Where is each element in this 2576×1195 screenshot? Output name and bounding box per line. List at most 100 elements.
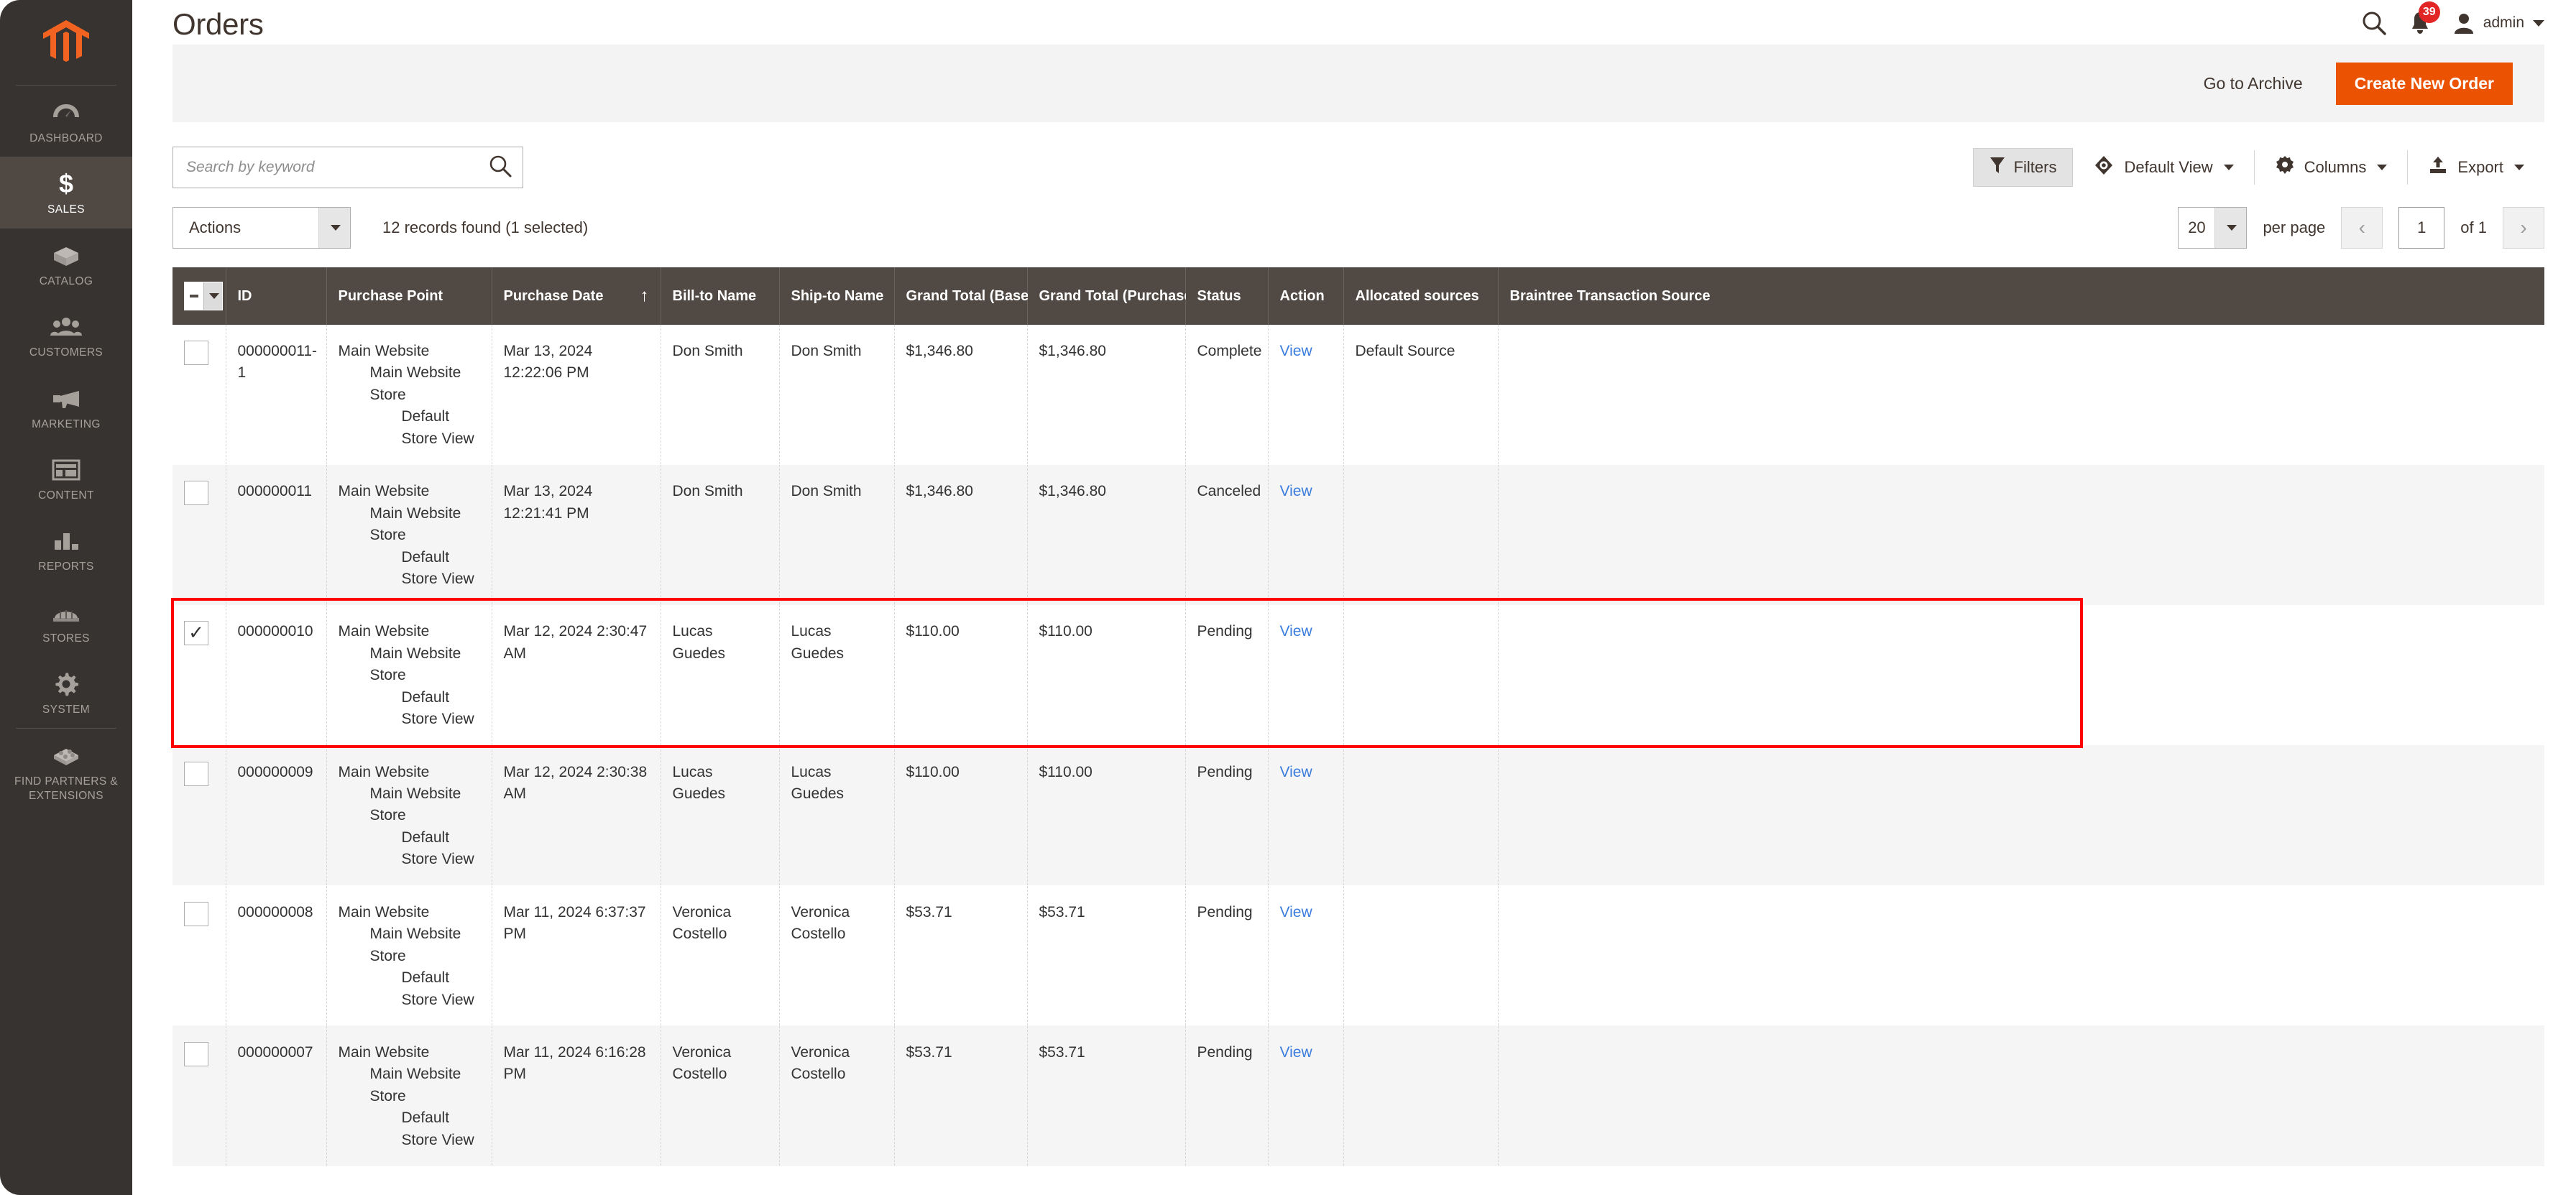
sidebar-item-sales[interactable]: $ SALES — [0, 157, 132, 229]
view-order-link[interactable]: View — [1280, 764, 1312, 780]
column-header-ship-to-name[interactable]: Ship-to Name — [779, 267, 895, 325]
row-select-cell[interactable]: ✓ — [172, 604, 226, 746]
table-row[interactable]: 000000007 Main Website Main Website Store D… — [172, 1025, 2544, 1166]
row-select-cell[interactable] — [172, 745, 226, 886]
reports-bars-icon — [3, 527, 129, 555]
table-row[interactable]: 000000008 Main Website Main Website Store D… — [172, 885, 2544, 1026]
cell-allocated-sources — [1343, 745, 1499, 886]
cell-action[interactable]: View — [1268, 325, 1344, 465]
funnel-icon — [1990, 156, 2005, 179]
customers-icon — [3, 313, 129, 341]
search-input[interactable] — [186, 159, 488, 176]
view-order-link[interactable]: View — [1280, 483, 1312, 499]
view-order-link[interactable]: View — [1280, 343, 1312, 359]
search-icon[interactable] — [2361, 10, 2387, 36]
cell-action[interactable]: View — [1268, 464, 1344, 605]
mass-actions-select[interactable]: Actions — [172, 207, 351, 249]
table-row[interactable]: ✓ 000000010 Main Website Main Website Store… — [172, 604, 2544, 746]
export-label: Export — [2457, 158, 2503, 176]
cell-status: Canceled — [1185, 464, 1269, 605]
row-select-cell[interactable] — [172, 464, 226, 605]
column-header-id[interactable]: ID — [226, 267, 327, 325]
column-header-purchase-point[interactable]: Purchase Point — [326, 267, 492, 325]
column-header-allocated-sources[interactable]: Allocated sources — [1343, 267, 1499, 325]
column-header-label: Purchase Date — [503, 287, 604, 304]
view-order-link[interactable]: View — [1280, 1044, 1312, 1061]
cell-grand-total-purchased: $53.71 — [1027, 885, 1186, 1026]
search-icon[interactable] — [488, 154, 512, 182]
purchase-point-website: Main Website — [338, 343, 430, 359]
cell-bill-to-name: Lucas Guedes — [661, 604, 780, 746]
sales-dollar-icon: $ — [3, 170, 129, 198]
view-order-link[interactable]: View — [1280, 623, 1312, 640]
search-by-keyword-box[interactable] — [172, 147, 523, 188]
sidebar-item-customers[interactable]: CUSTOMERS — [0, 300, 132, 371]
column-header-braintree-transaction-source[interactable]: Braintree Transaction Source — [1498, 267, 2544, 325]
sidebar-item-content[interactable]: CONTENT — [0, 443, 132, 514]
cell-grand-total-base: $1,346.80 — [894, 464, 1028, 605]
sidebar-item-system[interactable]: SYSTEM — [0, 657, 132, 728]
cell-action[interactable]: View — [1268, 1025, 1344, 1166]
next-page-button[interactable]: › — [2503, 207, 2544, 249]
page-number-input[interactable] — [2398, 207, 2445, 249]
sidebar-item-stores[interactable]: STORES — [0, 586, 132, 657]
orders-grid: ID Purchase Point Purchase Date ↑ Bill-t… — [172, 267, 2544, 1166]
row-select-cell[interactable] — [172, 885, 226, 1026]
filters-button[interactable]: Filters — [1972, 148, 2074, 187]
cell-braintree-transaction-source — [1498, 325, 2544, 465]
previous-page-button[interactable]: ‹ — [2341, 207, 2383, 249]
order-id: 000000009 — [237, 763, 313, 780]
magento-logo[interactable] — [0, 0, 132, 85]
row-checkbox[interactable] — [184, 1041, 208, 1066]
chevron-down-icon[interactable] — [203, 282, 222, 310]
toolbar-right-controls: Filters Default View Columns Export — [1972, 148, 2544, 187]
sidebar-item-dashboard[interactable]: DASHBOARD — [0, 86, 132, 157]
magento-admin-orders-page: DASHBOARD $ SALES CATALOG CUSTOMERS MARK… — [0, 0, 2576, 1195]
table-row[interactable]: 000000011 Main Website Main Website Store D… — [172, 464, 2544, 605]
select-all-column-header[interactable] — [172, 267, 226, 325]
column-header-grand-total-base[interactable]: Grand Total (Base) — [894, 267, 1034, 325]
chevron-down-icon — [2223, 165, 2234, 170]
purchase-point-store-view: Default Store View — [401, 1109, 474, 1148]
table-row[interactable]: 000000009 Main Website Main Website Store D… — [172, 745, 2544, 886]
row-checkbox[interactable] — [184, 761, 208, 786]
view-order-link[interactable]: View — [1280, 904, 1312, 921]
cell-action[interactable]: View — [1268, 745, 1344, 886]
row-select-cell[interactable] — [172, 1025, 226, 1166]
orders-grid-header: ID Purchase Point Purchase Date ↑ Bill-t… — [172, 267, 2544, 325]
status-badge: Pending — [1197, 623, 1253, 640]
row-checkbox[interactable]: ✓ — [184, 621, 208, 646]
column-header-purchase-date[interactable]: Purchase Date ↑ — [492, 267, 661, 325]
sidebar-item-find-partners-extensions[interactable]: FIND PARTNERS & EXTENSIONS — [0, 729, 132, 814]
column-header-status[interactable]: Status — [1185, 267, 1269, 325]
per-page-select[interactable]: 20 — [2178, 207, 2248, 249]
cell-id: 000000007 — [226, 1025, 327, 1166]
notifications-button[interactable]: 39 — [2409, 1, 2440, 36]
sidebar-item-marketing[interactable]: MARKETING — [0, 372, 132, 443]
filters-label: Filters — [2013, 158, 2057, 176]
default-view-dropdown[interactable]: Default View — [2073, 148, 2253, 187]
go-to-archive-button[interactable]: Go to Archive — [2195, 68, 2312, 99]
purchase-point-website: Main Website — [338, 903, 430, 921]
create-new-order-button[interactable]: Create New Order — [2335, 62, 2513, 105]
export-dropdown[interactable]: Export — [2408, 148, 2544, 187]
row-checkbox[interactable] — [184, 901, 208, 926]
column-header-grand-total-purchased[interactable]: Grand Total (Purchased) — [1027, 267, 1205, 325]
sidebar-item-catalog[interactable]: CATALOG — [0, 229, 132, 300]
admin-user-menu[interactable]: admin — [2453, 11, 2544, 34]
admin-user-name: admin — [2483, 14, 2524, 31]
row-checkbox[interactable] — [184, 481, 208, 506]
column-header-bill-to-name[interactable]: Bill-to Name — [661, 267, 780, 325]
columns-dropdown[interactable]: Columns — [2255, 148, 2408, 187]
select-all-checkbox[interactable] — [185, 282, 203, 310]
dashboard-icon — [3, 98, 129, 127]
select-all-checkbox-dropdown[interactable] — [184, 282, 223, 310]
table-row[interactable]: 000000011-1 Main Website Main Website Stor… — [172, 325, 2544, 465]
default-view-label: Default View — [2124, 158, 2213, 176]
column-header-action[interactable]: Action — [1268, 267, 1344, 325]
cell-action[interactable]: View — [1268, 885, 1344, 1026]
cell-action[interactable]: View — [1268, 604, 1344, 746]
row-checkbox[interactable] — [184, 341, 208, 365]
row-select-cell[interactable] — [172, 325, 226, 465]
sidebar-item-reports[interactable]: REPORTS — [0, 514, 132, 585]
